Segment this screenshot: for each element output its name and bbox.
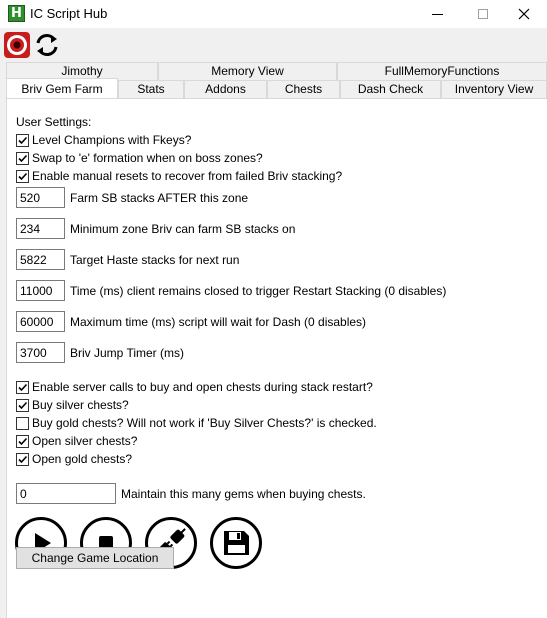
restart-time-input[interactable] xyxy=(16,280,65,301)
maximize-icon xyxy=(478,9,488,19)
checkbox-label: Swap to 'e' formation when on boss zones… xyxy=(32,151,263,165)
title-bar: H IC Script Hub xyxy=(0,0,547,28)
tab-dash-check[interactable]: Dash Check xyxy=(340,80,441,98)
checkbox-label: Level Champions with Fkeys? xyxy=(32,133,192,147)
tab-addons[interactable]: Addons xyxy=(184,80,267,98)
checkbox-box[interactable] xyxy=(16,434,29,448)
briv-jump-timer-input[interactable] xyxy=(16,342,65,363)
field-target-haste: Target Haste stacks for next run xyxy=(16,249,239,270)
window-title: IC Script Hub xyxy=(30,6,108,21)
eye-icon xyxy=(4,32,30,58)
checkmark-icon xyxy=(18,437,28,445)
eye-button[interactable] xyxy=(3,31,31,59)
target-haste-input[interactable] xyxy=(16,249,65,270)
save-button[interactable] xyxy=(210,517,262,569)
checkmark-icon xyxy=(18,383,28,391)
checkbox-level-champions[interactable]: Level Champions with Fkeys? xyxy=(16,132,191,148)
checkmark-icon xyxy=(18,172,28,180)
dash-wait-input[interactable] xyxy=(16,311,65,332)
checkbox-box[interactable] xyxy=(16,151,29,165)
checkbox-label: Open gold chests? xyxy=(32,452,133,466)
field-label: Time (ms) client remains closed to trigg… xyxy=(70,283,447,298)
tab-inventory-view[interactable]: Inventory View xyxy=(441,80,547,98)
tab-area: Jimothy Memory View FullMemoryFunctions … xyxy=(0,62,547,618)
checkmark-icon xyxy=(18,154,28,162)
checkmark-icon xyxy=(18,401,28,409)
checkbox-box[interactable] xyxy=(16,133,29,147)
minimize-icon xyxy=(431,13,443,15)
checkbox-open-gold[interactable]: Open gold chests? xyxy=(16,451,132,467)
change-game-location-button[interactable]: Change Game Location xyxy=(16,547,174,569)
field-label: Maximum time (ms) script will wait for D… xyxy=(70,314,367,329)
checkbox-manual-resets[interactable]: Enable manual resets to recover from fai… xyxy=(16,168,342,184)
field-restart-time: Time (ms) client remains closed to trigg… xyxy=(16,280,446,301)
briv-gem-farm-panel: User Settings: Level Champions with Fkey… xyxy=(6,98,547,618)
field-maintain-gems: Maintain this many gems when buying ches… xyxy=(16,483,366,504)
close-button[interactable] xyxy=(501,0,547,28)
tab-briv-gem-farm[interactable]: Briv Gem Farm xyxy=(6,78,118,98)
farm-sb-stacks-input[interactable] xyxy=(16,187,65,208)
checkmark-icon xyxy=(18,455,28,463)
checkbox-label: Enable server calls to buy and open ches… xyxy=(32,380,373,394)
app-icon-letter: H xyxy=(11,6,22,21)
tab-memory-view[interactable]: Memory View xyxy=(158,62,337,80)
checkbox-label: Open silver chests? xyxy=(32,434,138,448)
checkbox-label: Enable manual resets to recover from fai… xyxy=(32,169,343,183)
checkbox-box[interactable] xyxy=(16,380,29,394)
field-label: Briv Jump Timer (ms) xyxy=(70,345,184,360)
checkbox-label: Buy gold chests? Will not work if 'Buy S… xyxy=(32,416,377,430)
toolbar xyxy=(0,28,547,62)
checkbox-box[interactable] xyxy=(16,398,29,412)
field-dash-wait: Maximum time (ms) script will wait for D… xyxy=(16,311,366,332)
min-zone-input[interactable] xyxy=(16,218,65,239)
reload-button[interactable] xyxy=(33,31,61,59)
checkbox-buy-gold[interactable]: Buy gold chests? Will not work if 'Buy S… xyxy=(16,415,377,431)
maintain-gems-input[interactable] xyxy=(16,483,116,504)
checkbox-box[interactable] xyxy=(16,416,29,430)
field-label: Farm SB stacks AFTER this zone xyxy=(70,190,249,205)
field-farm-sb-stacks: Farm SB stacks AFTER this zone xyxy=(16,187,248,208)
field-label: Minimum zone Briv can farm SB stacks on xyxy=(70,221,296,236)
minimize-button[interactable] xyxy=(414,0,460,28)
checkbox-box[interactable] xyxy=(16,169,29,183)
user-settings-label: User Settings: xyxy=(16,115,92,129)
field-label: Target Haste stacks for next run xyxy=(70,252,240,267)
maximize-button[interactable] xyxy=(460,0,506,28)
field-label: Maintain this many gems when buying ches… xyxy=(121,486,366,501)
save-icon xyxy=(224,531,249,555)
checkbox-open-silver[interactable]: Open silver chests? xyxy=(16,433,137,449)
checkmark-icon xyxy=(18,136,28,144)
checkbox-swap-e-formation[interactable]: Swap to 'e' formation when on boss zones… xyxy=(16,150,263,166)
checkbox-box[interactable] xyxy=(16,452,29,466)
checkbox-server-calls[interactable]: Enable server calls to buy and open ches… xyxy=(16,379,373,395)
checkbox-label: Buy silver chests? xyxy=(32,398,129,412)
checkbox-buy-silver[interactable]: Buy silver chests? xyxy=(16,397,129,413)
tab-row-bottom: Briv Gem Farm Stats Addons Chests Dash C… xyxy=(6,78,547,98)
reload-icon xyxy=(36,34,58,56)
tab-chests[interactable]: Chests xyxy=(267,80,340,98)
field-briv-jump-timer: Briv Jump Timer (ms) xyxy=(16,342,184,363)
app-icon: H xyxy=(8,5,25,22)
tab-full-memory-functions[interactable]: FullMemoryFunctions xyxy=(337,62,547,80)
close-icon xyxy=(518,8,530,20)
tab-stats[interactable]: Stats xyxy=(118,80,184,98)
field-min-zone: Minimum zone Briv can farm SB stacks on xyxy=(16,218,295,239)
